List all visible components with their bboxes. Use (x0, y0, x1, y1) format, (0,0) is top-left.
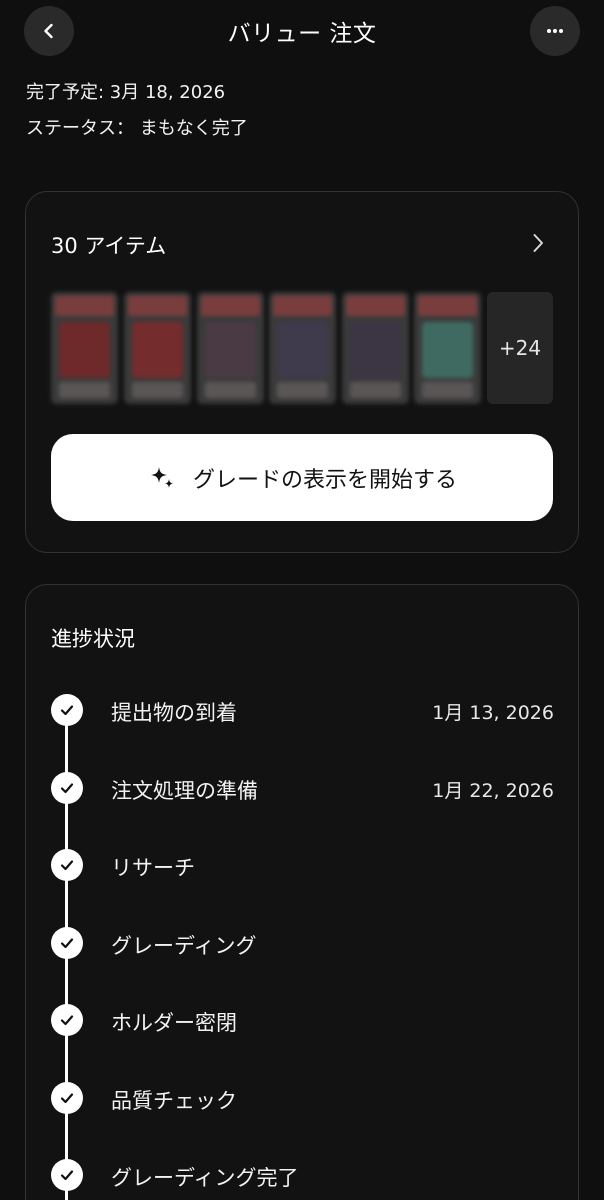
items-count-title[interactable]: 30 アイテム (51, 230, 166, 260)
status-text: ステータス： まもなく完了 (26, 118, 248, 139)
card-thumbnail[interactable] (124, 292, 191, 404)
check-circle-icon (51, 694, 83, 726)
progress-step: グレーディング完了 (26, 1155, 580, 1195)
due-date-text: 完了予定: 3月 18, 2026 (26, 82, 226, 103)
step-label: グレーディング完了 (111, 1166, 299, 1190)
step-label: ホルダー密閉 (111, 1011, 237, 1035)
progress-step: グレーディング (26, 923, 580, 963)
progress-card: 進捗状況 提出物の到着 1月 13, 2026 注文処理の準備 1月 22, 2026… (25, 584, 579, 1200)
item-thumbnails: +24 (51, 292, 553, 404)
start-grade-reveal-button[interactable]: グレードの表示を開始する (51, 434, 553, 521)
card-thumbnail[interactable] (197, 292, 264, 404)
progress-title: 進捗状況 (51, 627, 135, 651)
progress-step: リサーチ (26, 845, 580, 885)
progress-step: 提出物の到着 1月 13, 2026 (26, 690, 580, 730)
check-circle-icon (51, 926, 83, 959)
card-thumbnail[interactable] (269, 292, 336, 404)
check-circle-icon (51, 849, 83, 881)
items-card: 30 アイテム +24 グレードの表示を開始する (25, 191, 579, 553)
check-circle-icon (51, 1081, 83, 1114)
card-thumbnail[interactable] (342, 292, 409, 404)
check-circle-icon (51, 771, 83, 804)
value-order-screen: バリュー 注文 完了予定: 3月 18, 2026 ステータス： まもなく完了 … (0, 0, 604, 1200)
progress-step: ホルダー密閉 (26, 1000, 580, 1040)
card-thumbnail[interactable] (414, 292, 481, 404)
progress-step: 品質チェック (26, 1078, 580, 1118)
start-grade-reveal-label: グレードの表示を開始する (192, 467, 457, 493)
step-label: リサーチ (111, 856, 195, 880)
sparkle-icon (150, 466, 174, 488)
step-label: 品質チェック (111, 1088, 237, 1113)
step-label: 注文処理の準備 (111, 778, 258, 803)
step-label: 提出物の到着 (111, 701, 237, 725)
progress-step: 注文処理の準備 1月 22, 2026 (26, 768, 580, 808)
more-horizontal-icon (547, 29, 563, 33)
step-date: 1月 13, 2026 (432, 702, 554, 724)
step-date: 1月 22, 2026 (432, 779, 554, 802)
step-label: グレーディング (111, 933, 257, 958)
more-options-button[interactable] (530, 6, 580, 56)
more-items-tile[interactable]: +24 (487, 292, 553, 404)
top-bar: バリュー 注文 (0, 0, 604, 62)
check-circle-icon (51, 1004, 83, 1036)
check-circle-icon (51, 1159, 83, 1191)
card-thumbnail[interactable] (51, 292, 118, 404)
page-title: バリュー 注文 (227, 21, 377, 47)
chevron-right-icon[interactable] (526, 231, 550, 255)
